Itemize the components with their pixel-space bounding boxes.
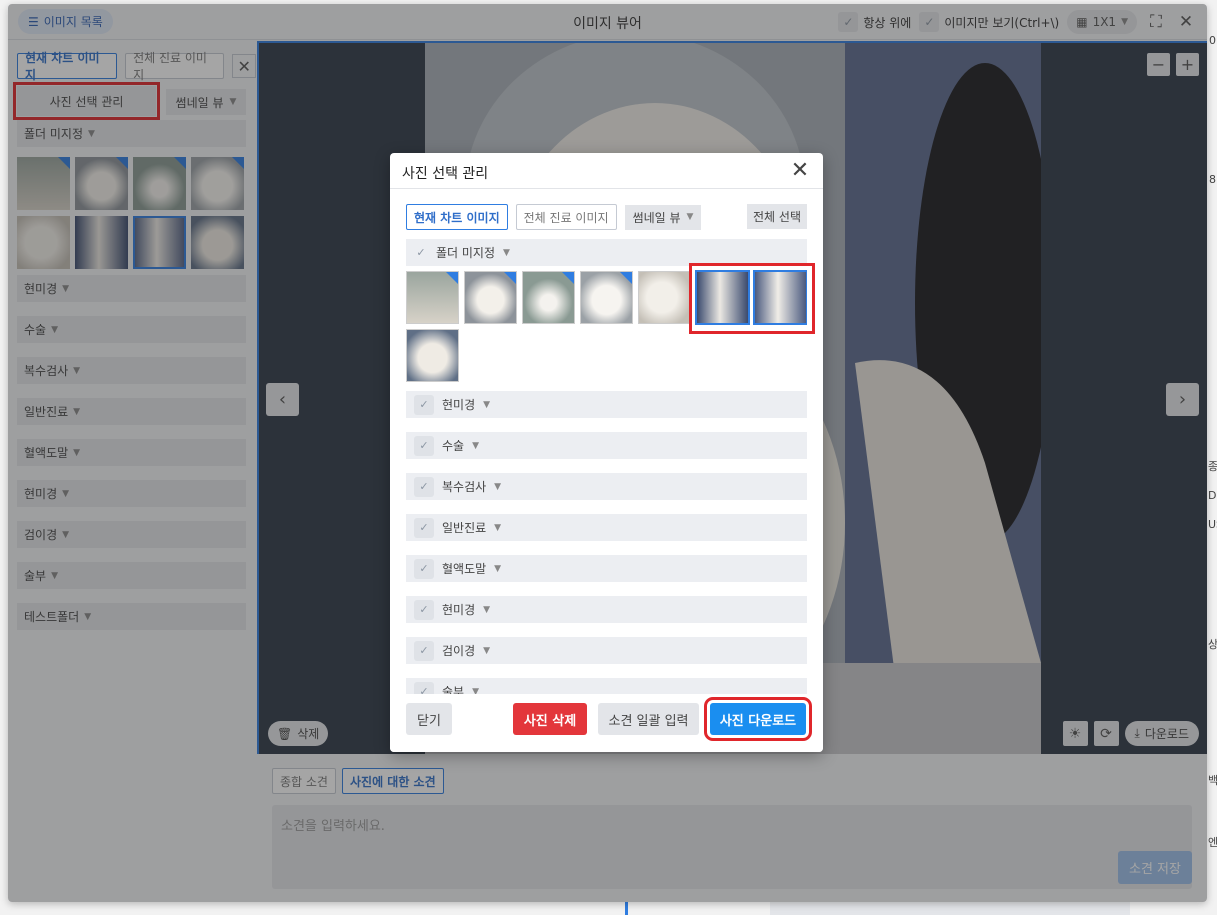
modal-folder-row[interactable]: ✓ 일반진료 ▼ (406, 514, 807, 541)
select-all-button[interactable]: 전체 선택 (747, 204, 807, 229)
close-icon[interactable]: ✕ (789, 158, 811, 183)
modal-folder-unassigned[interactable]: ✓ 폴더 미지정 ▼ (406, 239, 807, 266)
modal-thumbnail-grid (406, 270, 807, 382)
bulk-opinion-button[interactable]: 소견 일괄 입력 (598, 703, 699, 735)
bg-divider (625, 902, 628, 915)
thumbnail[interactable] (638, 271, 691, 324)
corner-marker (504, 272, 516, 284)
modal-folder-list[interactable]: ✓ 폴더 미지정 ▼ ✓ 현미경 ▼ ✓ 수술 ▼ ✓ 복수검사 ▼ ✓ 일반진료 ▼ ✓ 혈액도… (406, 239, 807, 694)
modal-header: 사진 선택 관리 ✕ (390, 153, 823, 189)
corner-marker (620, 272, 632, 284)
check-icon: ✓ (414, 394, 434, 415)
modal-folder-row[interactable]: ✓ 현미경 ▼ (406, 391, 807, 418)
caret-down-icon: ▼ (494, 522, 502, 533)
caret-down-icon: ▼ (483, 645, 491, 656)
thumbnail[interactable] (580, 271, 633, 324)
folder-label: 일반진료 (442, 521, 487, 535)
modal-folder-row[interactable]: ✓ 검이경 ▼ (406, 637, 807, 664)
folder-label: 수술 (442, 439, 465, 453)
thumbnail[interactable] (522, 271, 575, 324)
bg-fragment: 상 (1208, 638, 1217, 651)
modal-folder-row[interactable]: ✓ 복수검사 ▼ (406, 473, 807, 500)
bg-fragment: 백 (1208, 774, 1217, 787)
folder-label: 폴더 미지정 (436, 246, 496, 260)
thumbnail[interactable] (406, 271, 459, 324)
download-photo-button[interactable]: 사진 다운로드 (704, 697, 812, 741)
folder-label: 현미경 (442, 603, 476, 617)
modal-title: 사진 선택 관리 (402, 166, 489, 182)
photo-select-modal: 사진 선택 관리 ✕ 현재 차트 이미지 전체 진료 이미지 썸네일 뷰 ▼ 전… (390, 153, 823, 752)
bg-table-header (770, 902, 1130, 915)
thumbnail[interactable] (406, 329, 459, 382)
thumbnail-selected[interactable] (753, 270, 807, 325)
check-icon: ✓ (414, 681, 434, 694)
thumbnail-view-label: 썸네일 뷰 (632, 210, 681, 225)
folder-label: 술부 (442, 685, 465, 694)
folder-label: 검이경 (442, 644, 476, 658)
bg-fragment: DI (1208, 489, 1217, 502)
caret-down-icon: ▼ (483, 604, 491, 615)
modal-folder-row[interactable]: ✓ 술부 ▼ (406, 678, 807, 694)
corner-marker (446, 272, 458, 284)
check-icon: ✓ (416, 246, 426, 259)
caret-down-icon: ▼ (494, 563, 502, 574)
corner-marker (562, 272, 574, 284)
thumbnail[interactable] (464, 271, 517, 324)
check-icon: ✓ (414, 640, 434, 661)
modal-folder-row[interactable]: ✓ 혈액도말 ▼ (406, 555, 807, 582)
bg-fragment: 0 (1209, 34, 1216, 47)
bg-fragment: 종 (1208, 460, 1217, 473)
bg-fragment: 엔 (1208, 836, 1217, 849)
bg-fragment: US (1208, 518, 1217, 531)
check-icon: ✓ (414, 599, 434, 620)
caret-down-icon: ▼ (472, 440, 480, 451)
modal-tab-current-chart[interactable]: 현재 차트 이미지 (406, 204, 508, 230)
check-icon: ✓ (414, 558, 434, 579)
check-icon: ✓ (414, 435, 434, 456)
caret-down-icon: ▼ (483, 399, 491, 410)
modal-close-button[interactable]: 닫기 (406, 703, 452, 735)
caret-down-icon: ▼ (503, 247, 510, 258)
folder-label: 복수검사 (442, 480, 487, 494)
modal-tabs: 현재 차트 이미지 전체 진료 이미지 썸네일 뷰 ▼ (406, 204, 702, 230)
delete-photo-button[interactable]: 사진 삭제 (513, 703, 587, 735)
bg-fragment: 8 (1209, 173, 1216, 186)
caret-down-icon: ▼ (494, 481, 502, 492)
modal-thumbnail-view-dropdown[interactable]: 썸네일 뷰 ▼ (624, 204, 702, 230)
modal-folder-row[interactable]: ✓ 수술 ▼ (406, 432, 807, 459)
caret-down-icon: ▼ (472, 686, 480, 695)
check-icon: ✓ (414, 517, 434, 538)
thumbnail-selected[interactable] (695, 270, 750, 325)
modal-footer: 닫기 사진 삭제 소견 일괄 입력 사진 다운로드 (390, 694, 823, 752)
folder-label: 혈액도말 (442, 562, 487, 576)
check-icon: ✓ (414, 476, 434, 497)
modal-tab-all-images[interactable]: 전체 진료 이미지 (515, 204, 617, 230)
folder-label: 현미경 (442, 398, 476, 412)
caret-down-icon: ▼ (686, 212, 694, 222)
modal-folder-row[interactable]: ✓ 현미경 ▼ (406, 596, 807, 623)
